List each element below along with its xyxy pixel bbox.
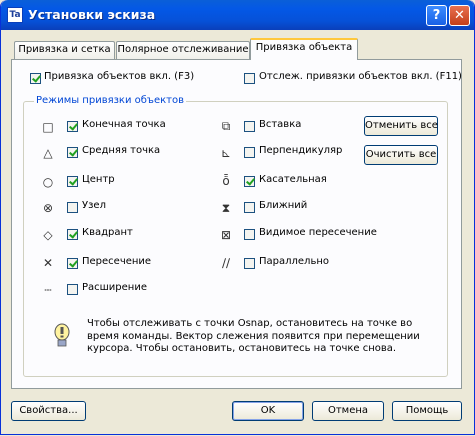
node-checkbox[interactable] xyxy=(67,202,78,213)
intersection-checkbox[interactable] xyxy=(67,258,78,269)
select-all-button[interactable]: Отменить все xyxy=(364,116,438,136)
close-button[interactable]: ✕ xyxy=(449,5,470,26)
tangent-icon: ȭ xyxy=(222,174,230,188)
midpoint-label: Средняя точка xyxy=(82,145,161,156)
apparent-intersection-label: Видимое пересечение xyxy=(259,227,377,238)
perpendicular-checkbox[interactable] xyxy=(244,147,255,158)
perpendicular-icon: ⊾ xyxy=(220,146,232,160)
node-icon: ⊗ xyxy=(42,201,54,215)
center-label: Центр xyxy=(82,174,115,185)
title-bar[interactable]: Ta Установки эскиза ? ✕ xyxy=(1,0,474,30)
extension-label: Расширение xyxy=(82,282,147,293)
extension-icon: ┄ xyxy=(44,283,52,297)
diamond-quadrant-icon: ◇ xyxy=(43,228,53,242)
app-icon: Ta xyxy=(7,7,23,23)
perpendicular-label: Перпендикуляр xyxy=(259,145,343,156)
clear-all-button[interactable]: Очистить все xyxy=(364,145,438,165)
quadrant-label: Квадрант xyxy=(82,227,133,238)
midpoint-checkbox[interactable] xyxy=(67,147,78,158)
tab-object-snap[interactable]: Привязка объекта xyxy=(250,38,358,60)
tip-text: Чтобы отслеживать с точки Osnap, останов… xyxy=(87,318,420,354)
nearest-icon: ⧗ xyxy=(221,201,231,215)
help-button[interactable]: Помощь xyxy=(392,401,462,421)
insertion-icon: ⧉ xyxy=(221,119,231,133)
center-checkbox[interactable] xyxy=(67,176,78,187)
extension-checkbox[interactable] xyxy=(67,284,78,295)
help-title-button[interactable]: ? xyxy=(426,5,447,26)
parallel-icon: ∕∕ xyxy=(221,256,231,270)
tab-snap-grid[interactable]: Привязка и сетка xyxy=(14,41,115,59)
nearest-checkbox[interactable] xyxy=(244,202,255,213)
otrack-on-checkbox[interactable] xyxy=(244,73,255,84)
parallel-checkbox[interactable] xyxy=(244,258,255,269)
x-intersection-icon: ✕ xyxy=(42,256,54,270)
tangent-checkbox[interactable] xyxy=(244,176,255,187)
otrack-on-label: Отслеж. привязки объектов вкл. (F11) xyxy=(259,71,462,82)
circle-center-icon: ○ xyxy=(42,175,54,189)
properties-button[interactable]: Свойства... xyxy=(11,401,86,421)
osnap-on-checkbox[interactable] xyxy=(30,73,41,84)
triangle-midpoint-icon: △ xyxy=(43,146,53,160)
tab-polar-tracking[interactable]: Полярное отслеживание xyxy=(116,41,250,59)
tangent-label: Касательная xyxy=(259,174,327,185)
node-label: Узел xyxy=(82,200,106,211)
cancel-button[interactable]: Отмена xyxy=(312,401,384,421)
snap-modes-title: Режимы привязки объектов xyxy=(34,95,187,106)
drafting-settings-dialog: Ta Установки эскиза ? ✕ Привязка и сетка… xyxy=(0,0,475,435)
insertion-checkbox[interactable] xyxy=(244,121,255,132)
apparent-intersection-icon: ⊠ xyxy=(220,228,232,242)
lightbulb-icon xyxy=(54,323,70,347)
endpoint-label: Конечная точка xyxy=(82,119,166,130)
window-title: Установки эскиза xyxy=(28,7,156,22)
square-endpoint-icon: □ xyxy=(42,120,54,134)
quadrant-checkbox[interactable] xyxy=(67,229,78,240)
parallel-label: Параллельно xyxy=(259,256,329,267)
intersection-label: Пересечение xyxy=(82,256,152,267)
ok-button[interactable]: OK xyxy=(232,401,304,421)
osnap-on-label: Привязка объектов вкл. (F3) xyxy=(44,71,195,82)
endpoint-checkbox[interactable] xyxy=(67,121,78,132)
insertion-label: Вставка xyxy=(259,119,302,130)
apparent-intersection-checkbox[interactable] xyxy=(244,229,255,240)
nearest-label: Ближний xyxy=(259,200,308,211)
